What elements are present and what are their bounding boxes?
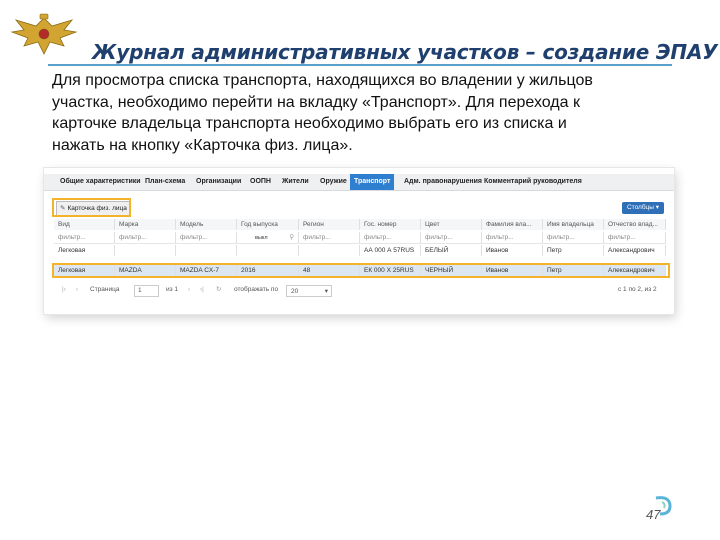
page-of-label: из 1: [166, 286, 179, 293]
row-highlight-frame: [52, 263, 670, 278]
table-cell: Петр: [543, 245, 604, 256]
eagle-emblem-icon: [10, 13, 78, 55]
columns-button[interactable]: Столбцы ▾: [622, 202, 664, 214]
filter-input[interactable]: фильтр...: [604, 232, 666, 243]
search-icon[interactable]: ⚲: [289, 232, 294, 243]
column-header[interactable]: Вид: [54, 219, 115, 230]
page-input[interactable]: 1: [134, 285, 159, 297]
tab-general[interactable]: Общие характеристики: [60, 174, 141, 190]
table-cell: БЕЛЫЙ: [421, 245, 482, 256]
pagination-bar: |‹ ‹ Страница 1 из 1 › ›| ↻ отображать п…: [58, 284, 668, 297]
records-summary: с 1 по 2, из 2: [618, 286, 657, 293]
column-header[interactable]: Модель: [176, 219, 237, 230]
column-header[interactable]: Цвет: [421, 219, 482, 230]
filter-input[interactable]: фильтр...: [482, 232, 543, 243]
filter-row: фильтр... фильтр... фильтр... выкл ⚲ фил…: [54, 232, 666, 244]
table-cell: АА 000 А 57RUS: [360, 245, 421, 256]
description-text: Для просмотра списка транспорта, находящ…: [52, 70, 668, 156]
tab-manager-comment[interactable]: Комментарий руководителя: [484, 174, 582, 190]
refresh-icon[interactable]: ↻: [216, 284, 221, 296]
tab-weapons[interactable]: Оружие: [320, 174, 347, 190]
tab-transport[interactable]: Транспорт: [350, 174, 395, 190]
description-line: карточке владельца транспорта необходимо…: [52, 115, 567, 132]
column-header[interactable]: Фамилия вла...: [482, 219, 543, 230]
tab-bar: Общие характеристики План-схема Организа…: [44, 174, 674, 191]
table-cell: [176, 245, 237, 256]
description-line: Для просмотра списка транспорта, находящ…: [52, 72, 593, 89]
filter-input[interactable]: фильтр...: [421, 232, 482, 243]
tab-organizations[interactable]: Организации: [196, 174, 241, 190]
column-header[interactable]: Отчество влад...: [604, 219, 666, 230]
table-cell: [115, 245, 176, 256]
filter-input[interactable]: фильтр...: [360, 232, 421, 243]
page-number: 47: [646, 507, 661, 522]
filter-input[interactable]: фильтр...: [299, 232, 360, 243]
tab-adm-violations[interactable]: Адм. правонарушения: [404, 174, 482, 190]
filter-input[interactable]: фильтр...: [543, 232, 604, 243]
column-header[interactable]: Регион: [299, 219, 360, 230]
last-page-icon[interactable]: ›|: [200, 284, 204, 296]
column-header[interactable]: Гос. номер: [360, 219, 421, 230]
title-divider: [48, 64, 672, 66]
app-screenshot: Общие характеристики План-схема Организа…: [44, 168, 674, 314]
first-page-icon[interactable]: |‹: [62, 284, 66, 296]
page-size-select[interactable]: 20 ▾: [286, 285, 332, 297]
columns-button-label: Столбцы: [626, 204, 654, 211]
filter-input[interactable]: фильтр...: [115, 232, 176, 243]
table-row[interactable]: Легковая АА 000 А 57RUS БЕЛЫЙ Иванов Пет…: [54, 245, 666, 256]
column-header[interactable]: Имя владельца: [543, 219, 604, 230]
button-highlight-frame: [52, 198, 131, 217]
prev-page-icon[interactable]: ‹: [76, 284, 78, 296]
filter-input[interactable]: фильтр...: [54, 232, 115, 243]
column-header[interactable]: Марка: [115, 219, 176, 230]
table-cell: [237, 245, 299, 256]
page-label: Страница: [90, 286, 120, 293]
page-size-value: 20: [291, 288, 299, 295]
slide-title: Журнал административных участков – созда…: [92, 40, 718, 64]
filter-input[interactable]: фильтр...: [176, 232, 237, 243]
description-line: нажать на кнопку «Карточка физ. лица».: [52, 136, 353, 154]
next-page-icon[interactable]: ›: [188, 284, 190, 296]
page-size-label: отображать по: [234, 286, 279, 293]
table-header-row: Вид Марка Модель Год выпуска Регион Гос.…: [54, 219, 666, 230]
tab-plan[interactable]: План-схема: [145, 174, 185, 190]
table-cell: [299, 245, 360, 256]
table-cell: Легковая: [54, 245, 115, 256]
table-cell: Александрович: [604, 245, 666, 256]
column-header[interactable]: Год выпуска: [237, 219, 299, 230]
tab-oopn[interactable]: ООПН: [250, 174, 271, 190]
chevron-down-icon: ▾: [324, 288, 328, 295]
year-filter[interactable]: выкл ⚲: [237, 232, 299, 243]
description-line: участка, необходимо перейти на вкладку «…: [52, 93, 580, 111]
tab-residents[interactable]: Жители: [282, 174, 309, 190]
year-filter-toggle[interactable]: выкл: [255, 233, 268, 243]
chevron-down-icon: ▾: [655, 204, 660, 211]
table-cell: Иванов: [482, 245, 543, 256]
